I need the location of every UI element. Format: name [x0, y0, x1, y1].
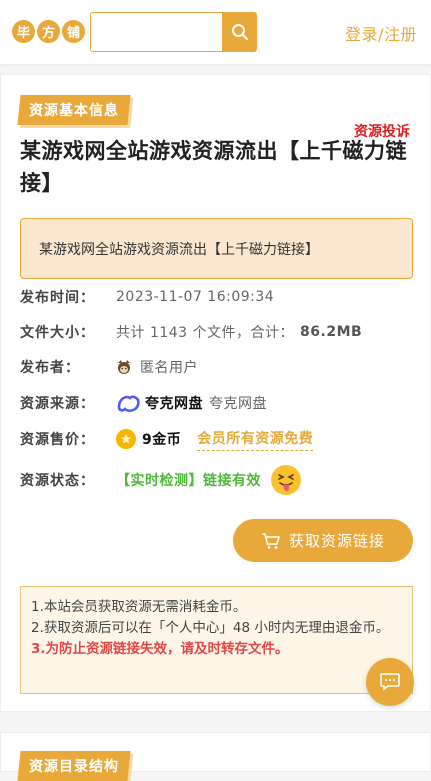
- tongue-face-emoji-icon: [271, 465, 301, 495]
- notice-text: 某游戏网全站游戏资源流出【上千磁力链接】: [39, 241, 319, 258]
- price-value: 9金币 会员所有资源免费: [116, 428, 314, 451]
- field-label: 资源来源：: [20, 396, 95, 412]
- quark-brand-name: 夸克网盘: [145, 396, 203, 412]
- source-value: 夸克网盘 夸克网盘: [116, 393, 267, 413]
- tips-box: 1.本站会员获取资源无需消耗金币。 2.获取资源后可以在「个人中心」48 小时内…: [20, 586, 413, 694]
- get-resource-label: 获取资源链接: [288, 532, 385, 550]
- chat-icon: [380, 673, 400, 691]
- tip-item-warning: 3.为防止资源链接失效，请及时转存文件。: [31, 641, 289, 657]
- field-file-size: 文件大小： 共计 1143 个文件，合计： 86.2MB: [20, 320, 362, 344]
- field-label: 资源售价：: [20, 432, 95, 448]
- search-bar: [90, 12, 257, 52]
- section-ribbon: 资源基本信息: [17, 95, 131, 125]
- anonymous-avatar-icon: [118, 360, 130, 374]
- search-icon: [231, 24, 248, 40]
- tip-item: 1.本站会员获取资源无需消耗金币。: [31, 599, 247, 615]
- quark-icon: [117, 395, 140, 412]
- publish-time-value: 2023-11-07 16:09:34: [116, 289, 275, 305]
- search-input[interactable]: [90, 12, 222, 52]
- auth-links: 登录/注册: [345, 21, 417, 45]
- site-header: 毕 方 铺 登录/注册: [0, 0, 431, 64]
- field-label: 发布时间：: [20, 290, 95, 306]
- logo-char: 方: [37, 20, 60, 43]
- field-label: 发布者：: [20, 360, 80, 376]
- logo-char: 铺: [62, 20, 85, 43]
- status-value: 【实时检测】链接有效: [116, 465, 301, 495]
- file-size-value: 共计 1143 个文件，合计： 86.2MB: [116, 322, 362, 342]
- tip-item: 2.获取资源后可以在「个人中心」48 小时内无理由退金币。: [31, 620, 390, 636]
- cart-icon: [261, 532, 280, 549]
- resource-directory-card: 资源目录结构: [0, 732, 431, 781]
- field-price: 资源售价： 9金币 会员所有资源免费: [20, 427, 314, 451]
- register-link[interactable]: 注册: [384, 25, 417, 44]
- logo-char: 毕: [12, 20, 35, 43]
- site-logo[interactable]: 毕 方 铺: [12, 20, 85, 43]
- login-link[interactable]: 登录: [345, 25, 378, 44]
- field-label: 文件大小：: [20, 325, 95, 341]
- field-status: 资源状态： 【实时检测】链接有效: [20, 465, 301, 495]
- quark-logo: 夸克网盘: [116, 393, 203, 413]
- chat-float-button[interactable]: [366, 658, 414, 706]
- get-resource-link-button[interactable]: 获取资源链接: [233, 519, 413, 562]
- price-amount: 9金币: [142, 432, 182, 448]
- field-publish-time: 发布时间： 2023-11-07 16:09:34: [20, 285, 274, 309]
- section-ribbon: 资源目录结构: [17, 751, 131, 781]
- resource-info-card: 资源基本信息 资源投诉 某游戏网全站游戏资源流出【上千磁力链接】 某游戏网全站游…: [0, 74, 431, 712]
- field-label: 资源状态：: [20, 473, 95, 489]
- file-count-text: 共计 1143 个文件，合计：: [116, 325, 295, 341]
- vip-free-link[interactable]: 会员所有资源免费: [197, 428, 314, 451]
- publisher-value: 匿名用户: [116, 357, 198, 377]
- coin-icon: [116, 429, 136, 449]
- file-size-total: 86.2MB: [300, 324, 363, 340]
- section-title: 资源目录结构: [29, 759, 119, 775]
- resource-notice: 某游戏网全站游戏资源流出【上千磁力链接】: [20, 218, 413, 279]
- field-publisher: 发布者： 匿名用户: [20, 355, 198, 379]
- field-source: 资源来源： 夸克网盘 夸克网盘: [20, 391, 267, 415]
- search-button[interactable]: [222, 12, 257, 52]
- section-title: 资源基本信息: [29, 103, 119, 119]
- link-status-text: 【实时检测】链接有效: [116, 473, 261, 489]
- publisher-name: 匿名用户: [140, 360, 198, 376]
- resource-title: 某游戏网全站游戏资源流出【上千磁力链接】: [20, 139, 407, 195]
- source-name: 夸克网盘: [209, 396, 267, 412]
